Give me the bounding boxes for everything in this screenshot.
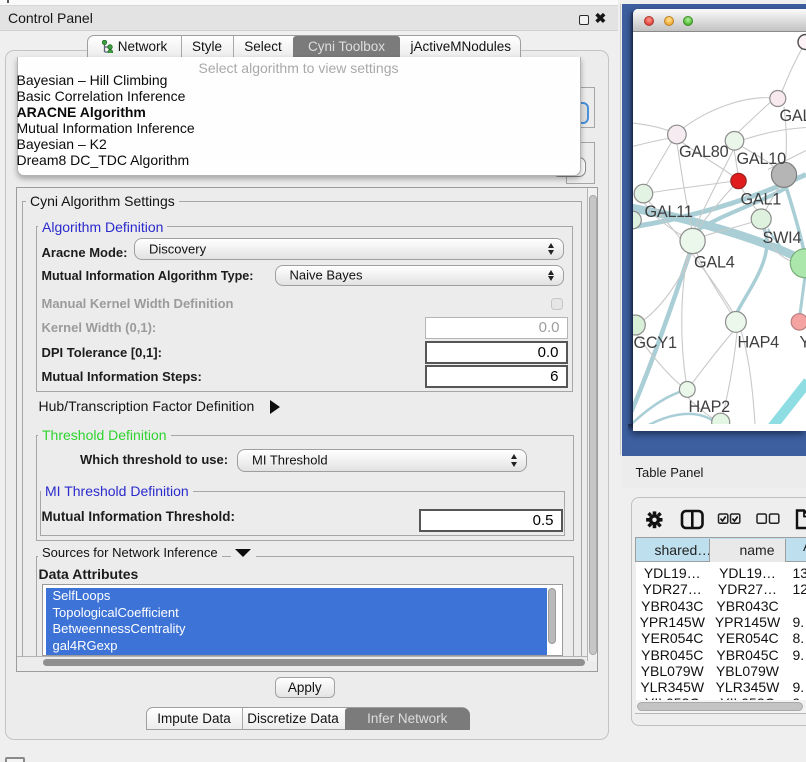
svg-text:Y: Y — [800, 333, 806, 351]
svg-text:GAL1: GAL1 — [741, 190, 782, 208]
svg-text:GCY1: GCY1 — [634, 334, 677, 352]
svg-text:GAL10: GAL10 — [737, 150, 787, 168]
svg-text:GAL11: GAL11 — [645, 203, 693, 221]
svg-text:SWI4: SWI4 — [763, 229, 802, 247]
svg-text:HAP4: HAP4 — [738, 333, 780, 351]
svg-text:GAL80: GAL80 — [679, 143, 729, 161]
svg-text:GAL7: GAL7 — [780, 107, 806, 125]
svg-text:HAP2: HAP2 — [689, 398, 731, 416]
svg-text:GAL4: GAL4 — [694, 253, 735, 271]
